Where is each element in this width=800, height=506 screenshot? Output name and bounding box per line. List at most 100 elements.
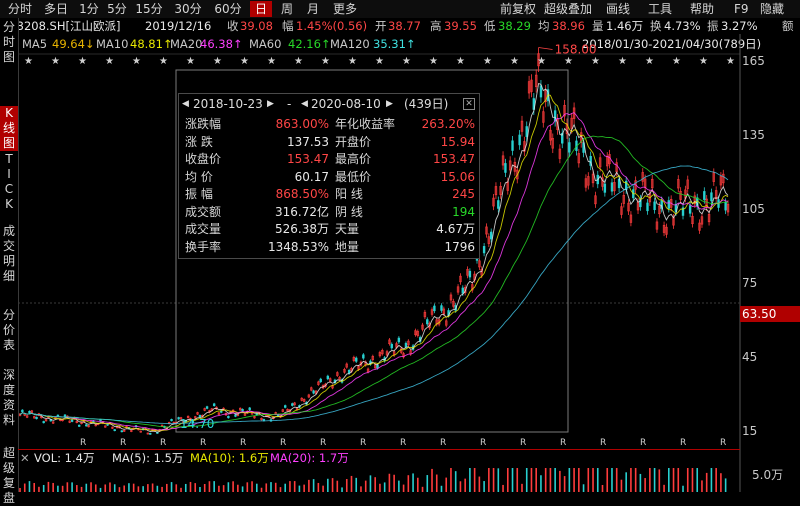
range-end-prev-icon[interactable]: ◀ [301, 94, 308, 114]
dividend-marker: R [320, 438, 326, 448]
candle-body [170, 419, 173, 422]
volume-bar [492, 468, 495, 492]
volume-bar [620, 479, 623, 492]
volume-bar [402, 484, 405, 492]
volume-bar [483, 481, 485, 492]
volume-bar [388, 473, 391, 492]
volume-bar [549, 468, 552, 492]
volume-bar [284, 483, 287, 492]
stat-v2: 4.67万 [436, 222, 475, 236]
volume-bar [379, 483, 381, 492]
volume-bar [71, 482, 73, 492]
candle-body [397, 337, 401, 343]
volume-bar [701, 480, 703, 492]
volume-bar [199, 487, 201, 492]
candle-body [291, 403, 294, 406]
volume-bar [312, 479, 315, 492]
volume-legend-bar: ✕ VOL: 1.4万 MA(5): 1.5万 MA(10): 1.6万 MA(… [18, 449, 740, 466]
candle-body [568, 142, 571, 153]
volume-value: VOL: 1.4万 [34, 451, 95, 465]
candle-body [724, 201, 727, 211]
price-axis: 165 135 105 75 45 15 [740, 52, 800, 492]
volume-bar [246, 482, 249, 492]
volume-bar [345, 479, 348, 492]
volume-bar [360, 486, 362, 492]
sidebar-item-6[interactable]: 超级复盘 [0, 446, 18, 506]
volume-bar [535, 468, 538, 492]
stat-v2: 15.94 [440, 134, 475, 149]
volume-bar [426, 475, 429, 492]
candle-body [603, 183, 607, 193]
volume-bar [85, 483, 88, 492]
sidebar-item-5[interactable]: 深度资料 [0, 368, 18, 428]
star-marker: ★ [375, 56, 384, 67]
volume-bar [582, 484, 585, 492]
volume-bar [161, 486, 163, 492]
candle-body [404, 342, 408, 348]
star-marker: ★ [186, 56, 195, 67]
sidebar-item-0[interactable]: 分时图 [0, 20, 18, 65]
stat-v1: 316.72亿 [275, 204, 329, 219]
candle-body [482, 246, 486, 254]
candle-body [312, 390, 315, 394]
volume-bar [412, 473, 414, 492]
stat-v2: 245 [452, 187, 475, 201]
candle-body [440, 305, 443, 311]
candle-body [248, 407, 251, 410]
dividend-marker: R [560, 438, 566, 448]
stat-v1: 868.50% [275, 187, 329, 201]
stat-l1: 均 价 [185, 169, 213, 184]
range-start-arrow-icon[interactable]: ▶ [267, 94, 274, 114]
volume-bar [634, 468, 637, 492]
volume-bar [644, 478, 646, 492]
volume-bar [260, 487, 263, 492]
stat-l1: 涨跌幅 [185, 117, 222, 131]
sidebar-item-2[interactable]: TICK [0, 152, 18, 212]
candle-body [42, 421, 45, 424]
star-marker: ★ [240, 56, 249, 67]
range-separator: - [287, 97, 292, 111]
stat-l1: 换手率 [185, 239, 222, 254]
volume-bar [511, 468, 514, 492]
stat-l2: 阳 线 [335, 187, 363, 201]
low-annotation: 14.70 [180, 417, 214, 431]
volume-bar [506, 468, 509, 492]
star-marker: ★ [564, 56, 573, 67]
prev-arrow-icon[interactable]: ◀ [182, 94, 189, 114]
candle-body [326, 375, 330, 380]
close-volume-icon[interactable]: ✕ [20, 450, 30, 466]
volume-bar [137, 486, 140, 492]
star-marker: ★ [294, 56, 303, 67]
volume-bar [663, 484, 665, 492]
volume-bar [156, 485, 159, 492]
candle-body [390, 343, 393, 349]
sidebar-item-3[interactable]: 成交明细 [0, 224, 18, 284]
volume-bar [109, 482, 111, 492]
sidebar-item-4[interactable]: 分价表 [0, 308, 18, 353]
volume-ma20: MA(20): 1.7万 [270, 451, 349, 465]
dividend-marker: R [440, 438, 446, 448]
volume-bar [303, 484, 305, 492]
volume-bar [393, 474, 395, 492]
stat-l1: 振 幅 [185, 187, 213, 201]
sidebar-item-1[interactable]: K线图 [0, 106, 18, 151]
star-marker: ★ [78, 56, 87, 67]
range-end-arrow-icon[interactable]: ▶ [386, 94, 393, 114]
candle-body [113, 429, 116, 432]
candle-body [21, 409, 24, 413]
volume-bar [374, 477, 376, 492]
volume-bar [568, 468, 571, 492]
candle-body [362, 354, 365, 359]
candle-body [667, 200, 671, 209]
volume-bar [184, 483, 187, 492]
volume-bar [431, 468, 433, 492]
close-icon[interactable]: ✕ [463, 98, 475, 110]
volume-bar [525, 468, 528, 492]
stat-l2: 天量 [335, 222, 360, 236]
volume-bar [469, 468, 471, 492]
range-start-date[interactable]: 2018-10-23 [193, 94, 263, 114]
volume-bar [218, 485, 220, 492]
volume-bar [38, 486, 40, 492]
star-marker: ★ [267, 56, 276, 67]
range-end-date[interactable]: 2020-08-10 [311, 94, 381, 114]
